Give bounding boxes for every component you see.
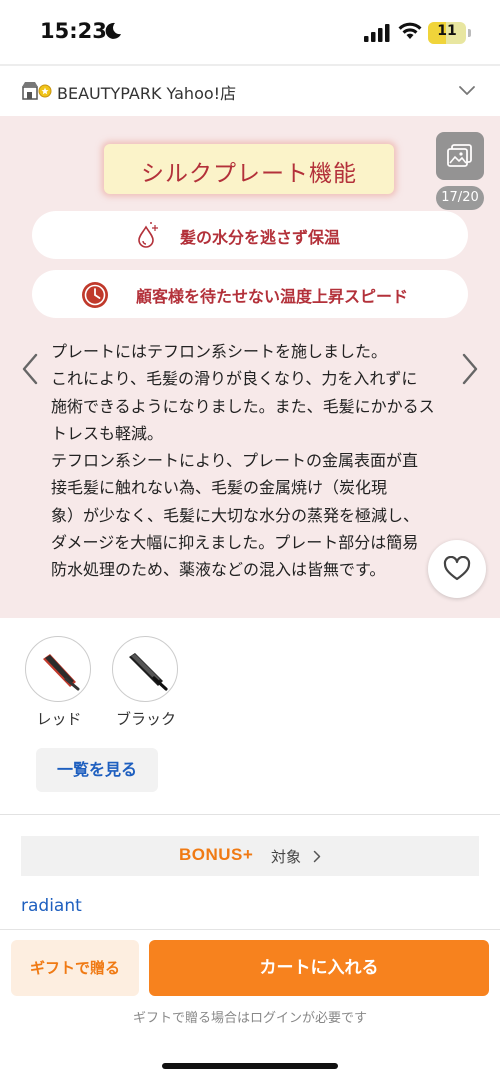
description-line: 防水処理のため、薬液などの混入は皆無です。 xyxy=(51,560,386,580)
previous-arrow-icon[interactable] xyxy=(20,352,40,386)
bonus-banner[interactable]: BONUS+ 対象 xyxy=(21,836,479,876)
hair-iron-black-icon xyxy=(129,653,168,691)
divider xyxy=(0,814,500,815)
battery-cap xyxy=(468,29,471,37)
product-description: プレートにはテフロン系シートを施しました。 これにより、毛髪の滑りが良くなり、力… xyxy=(51,338,451,584)
description-line: プレートにはテフロン系シートを施しました。 xyxy=(51,342,388,361)
description-line: 象）が少なく、毛髪に大切な水分の蒸発を極減し、 xyxy=(51,505,420,525)
bonus-logo: BONUS+ xyxy=(179,845,254,864)
feature-pill: 髪の水分を逃さず保温 xyxy=(32,211,468,259)
product-image-carousel[interactable]: シルクプレート機能 髪の水分を逃さず保温 顧客様を待たせない温度上昇スピード プ… xyxy=(0,116,500,618)
heart-icon xyxy=(443,556,471,581)
description-line: ダメージを大幅に抑えました。プレート部分は簡易 xyxy=(51,533,419,553)
description-line: 接毛髪に触れない為、毛髪の金属焼け（炭化現 xyxy=(51,478,388,498)
feature-pill-text: 髪の水分を逃さず保温 xyxy=(180,228,341,247)
store-name[interactable]: BEAUTYPARK Yahoo!店 xyxy=(57,80,236,104)
description-line: これにより、毛髪の滑りが良くなり、力を入れずに xyxy=(51,369,418,389)
feature-pill: 顧客様を待たせない温度上昇スピード xyxy=(32,270,468,318)
signal-icon xyxy=(364,24,390,42)
water-drop-icon xyxy=(138,222,158,248)
image-counter: 17/20 xyxy=(436,186,484,210)
gift-login-note: ギフトで贈る場合はログインが必要です xyxy=(132,1011,367,1026)
wifi-icon xyxy=(398,22,422,39)
feature-pill-text: 顧客様を待たせない温度上昇スピード xyxy=(136,287,409,306)
gallery-icon xyxy=(447,144,472,167)
gallery-button[interactable] xyxy=(436,132,484,180)
variant-swatch[interactable] xyxy=(25,636,91,702)
feature-title-box: シルクプレート機能 xyxy=(104,144,394,194)
store-header[interactable]: BEAUTYPARK Yahoo!店 xyxy=(0,66,500,116)
add-to-cart-button[interactable]: カートに入れる xyxy=(149,940,489,996)
chevron-down-icon[interactable] xyxy=(458,83,476,97)
battery-icon: 11 xyxy=(428,22,466,44)
hair-iron-red-icon xyxy=(43,654,80,691)
moon-icon xyxy=(105,22,121,39)
status-time: 15:23 xyxy=(40,19,107,43)
brand-link[interactable]: radiant xyxy=(21,896,82,916)
description-line: 施術できるようになりました。また、毛髪にかかるス xyxy=(51,396,435,416)
variant-label: レッド xyxy=(36,710,82,728)
divider xyxy=(0,929,500,930)
store-icon xyxy=(22,82,52,100)
description-line: テフロン系シートにより、プレートの金属表面が直 xyxy=(51,451,419,471)
gift-button[interactable]: ギフトで贈る xyxy=(11,940,139,996)
feature-title: シルクプレート機能 xyxy=(141,161,357,187)
bonus-text: 対象 xyxy=(271,848,302,866)
clock-icon xyxy=(82,282,108,308)
chevron-right-icon xyxy=(313,850,321,863)
favorite-button[interactable] xyxy=(428,540,486,598)
view-all-button[interactable]: 一覧を見る xyxy=(36,748,158,792)
home-indicator[interactable] xyxy=(162,1063,338,1069)
next-arrow-icon[interactable] xyxy=(460,352,480,386)
variant-label: ブラック xyxy=(115,710,176,728)
status-bar: 15:23 11 xyxy=(0,0,500,64)
description-line: トレスも軽減。 xyxy=(51,423,164,443)
battery-text: 11 xyxy=(437,23,457,39)
variant-swatch[interactable] xyxy=(112,636,178,702)
